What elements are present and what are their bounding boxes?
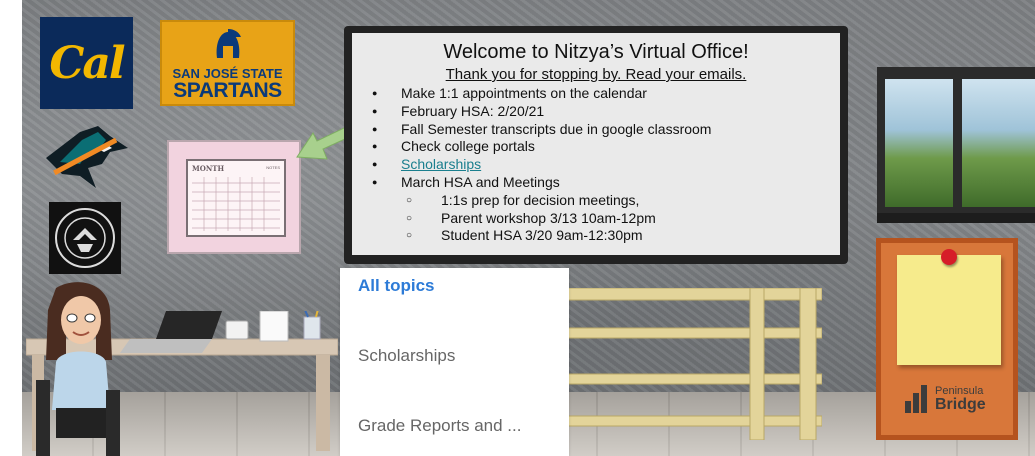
sharks-logo-icon[interactable] [40,118,132,194]
brand-line2: Bridge [935,396,986,413]
sjsu-spartans-logo[interactable]: SAN JOSÉ STATE SPARTANS [160,20,295,106]
seal-emblem-icon [55,208,115,268]
window-pane-left [885,79,953,207]
cal-logo-text: Cal [49,37,125,89]
board-list: Make 1:1 appointments on the calendar Fe… [372,85,711,245]
announcement-whiteboard: Welcome to Nitzya’s Virtual Office! Than… [344,26,848,264]
topic-grade-reports[interactable]: Grade Reports and ... [358,416,521,436]
wooden-shelf [560,288,822,440]
spartan-helmet-icon [216,29,241,58]
list-item: Make 1:1 appointments on the calendar [372,85,711,103]
left-margin [0,0,22,456]
list-item: Fall Semester transcripts due in google … [372,121,711,139]
topic-all-topics[interactable]: All topics [358,276,435,296]
list-item: March HSA and Meetings [372,174,711,192]
topic-filter-dropdown: All topics Scholarships Grade Reports an… [340,268,569,456]
list-item: Check college portals [372,138,711,156]
shark-icon [46,126,128,188]
calendar-poster[interactable]: MONTH NOTES [167,140,301,254]
board-subtitle: Thank you for stopping by. Read your ema… [445,66,747,83]
sticky-note [897,255,1001,365]
bitmoji-avatar[interactable] [26,280,136,456]
topic-scholarships[interactable]: Scholarships [358,346,455,366]
whiteboard-surface: Welcome to Nitzya’s Virtual Office! Than… [352,33,840,255]
list-item: February HSA: 2/20/21 [372,103,711,121]
calendar-grid: MONTH NOTES [186,159,286,237]
cal-logo[interactable]: Cal [40,17,133,109]
virtual-office-scene: Cal SAN JOSÉ STATE SPARTANS MONTH NOTES … [0,0,1035,456]
list-subitem: Parent workshop 3/13 10am-12pm [372,210,711,228]
window-pane-right [962,79,1035,207]
window-sill [877,213,1035,223]
board-title: Welcome to Nitzya’s Virtual Office! [352,41,840,64]
list-item: Scholarships [372,156,711,174]
list-subitem: 1:1s prep for decision meetings, [372,192,711,210]
board-title-text: Welcome to Nitzya’s Virtual Office! [443,41,749,63]
bar-chart-logo-icon [905,385,927,413]
office-window [877,67,1035,223]
scholarships-link[interactable]: Scholarships [401,156,481,172]
calendar-lines-icon [192,177,280,231]
push-pin-icon [941,249,957,265]
list-subitem: Student HSA 3/20 9am-12:30pm [372,227,711,245]
association-seal-icon[interactable] [49,202,121,274]
peninsula-bridge-logo: Peninsula Bridge [905,383,1005,423]
cork-board[interactable]: Peninsula Bridge [876,238,1018,440]
sjsu-logo-line2: SPARTANS [173,79,282,102]
